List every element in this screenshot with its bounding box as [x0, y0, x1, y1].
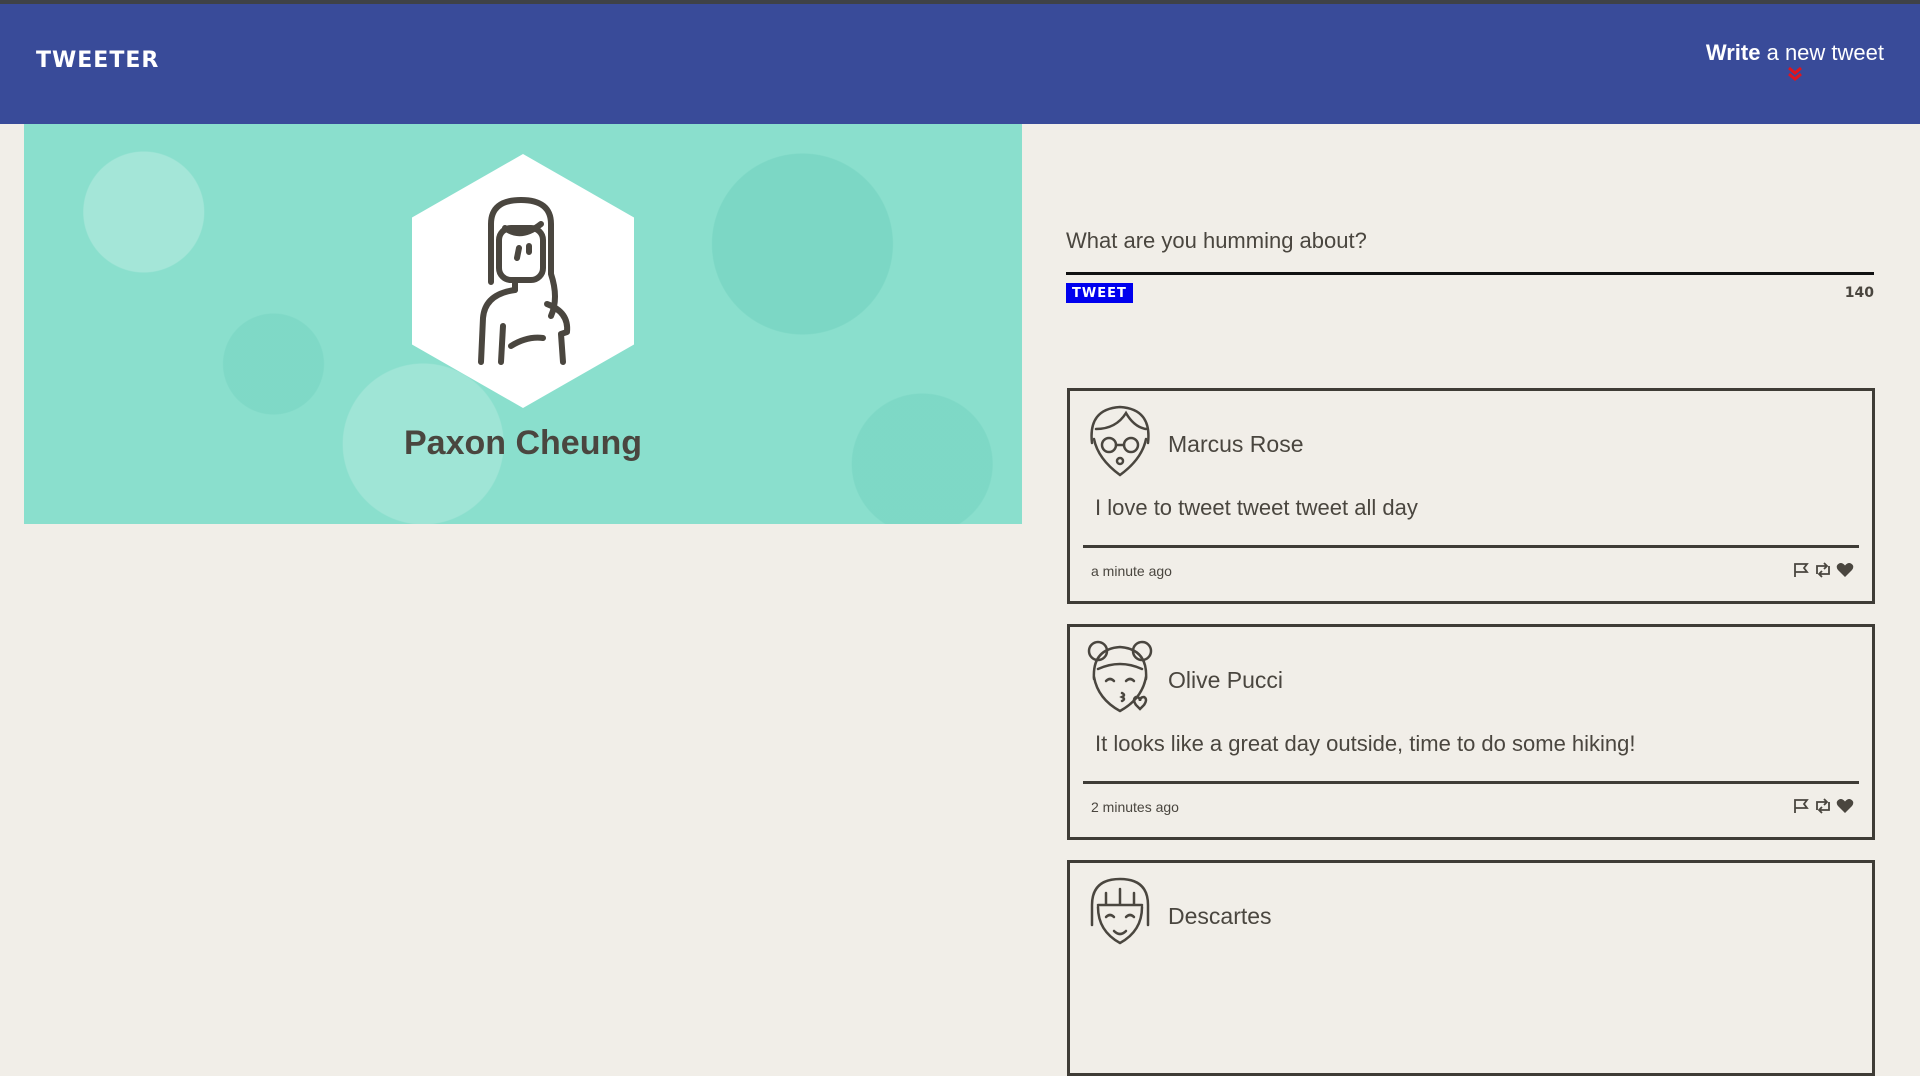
double-chevron-down-icon: [1787, 66, 1802, 81]
write-tweet-label-bold: Write: [1705, 40, 1761, 65]
tweet-author-name[interactable]: Olive Pucci: [1168, 667, 1283, 694]
tweet-divider: [1083, 781, 1859, 784]
write-tweet-toggle[interactable]: Write a new tweet: [1706, 40, 1884, 82]
tweet-timestamp: a minute ago: [1091, 563, 1172, 579]
flag-icon[interactable]: [1792, 562, 1810, 578]
tweet-text: It looks like a great day outside, time …: [1095, 731, 1636, 756]
tweet-actions: [1792, 562, 1854, 578]
bangs-avatar-icon: [1090, 877, 1150, 945]
char-counter: 140: [1844, 285, 1874, 301]
heart-icon[interactable]: [1836, 562, 1854, 578]
flag-icon[interactable]: [1792, 798, 1810, 814]
retweet-icon[interactable]: [1813, 562, 1833, 578]
tweet-text-input[interactable]: [1066, 210, 1874, 275]
profile-avatar-frame: [412, 154, 634, 408]
heart-icon[interactable]: [1836, 798, 1854, 814]
tweet-divider: [1083, 545, 1859, 548]
tweet-actions: [1792, 798, 1854, 814]
brand-logo[interactable]: TWEETER: [36, 48, 159, 73]
top-nav: TWEETER Write a new tweet: [0, 4, 1920, 124]
buns-avatar-icon: [1087, 640, 1153, 713]
profile-banner: Paxon Cheung: [24, 124, 1022, 524]
write-tweet-label-rest: a new tweet: [1766, 40, 1884, 65]
new-tweet-form: TWEET 140: [1066, 210, 1874, 311]
glasses-avatar-icon: [1090, 405, 1150, 477]
tweet-card: Olive Pucci It looks like a great day ou…: [1067, 624, 1875, 840]
tweet-card: Descartes: [1067, 860, 1875, 1076]
retweet-icon[interactable]: [1813, 798, 1833, 814]
profile-avatar-icon: [478, 197, 571, 365]
tweet-submit-button[interactable]: TWEET: [1066, 283, 1133, 303]
tweet-timestamp: 2 minutes ago: [1091, 799, 1179, 815]
tweet-text: I love to tweet tweet tweet all day: [1095, 495, 1418, 520]
write-tweet-label: Write a new tweet: [1706, 40, 1884, 66]
tweet-author-name[interactable]: Descartes: [1168, 903, 1272, 930]
tweet-card: Marcus Rose I love to tweet tweet tweet …: [1067, 388, 1875, 604]
tweet-author-name[interactable]: Marcus Rose: [1168, 431, 1303, 458]
profile-name: Paxon Cheung: [403, 424, 643, 462]
tweet-form-footer: TWEET 140: [1066, 281, 1874, 311]
